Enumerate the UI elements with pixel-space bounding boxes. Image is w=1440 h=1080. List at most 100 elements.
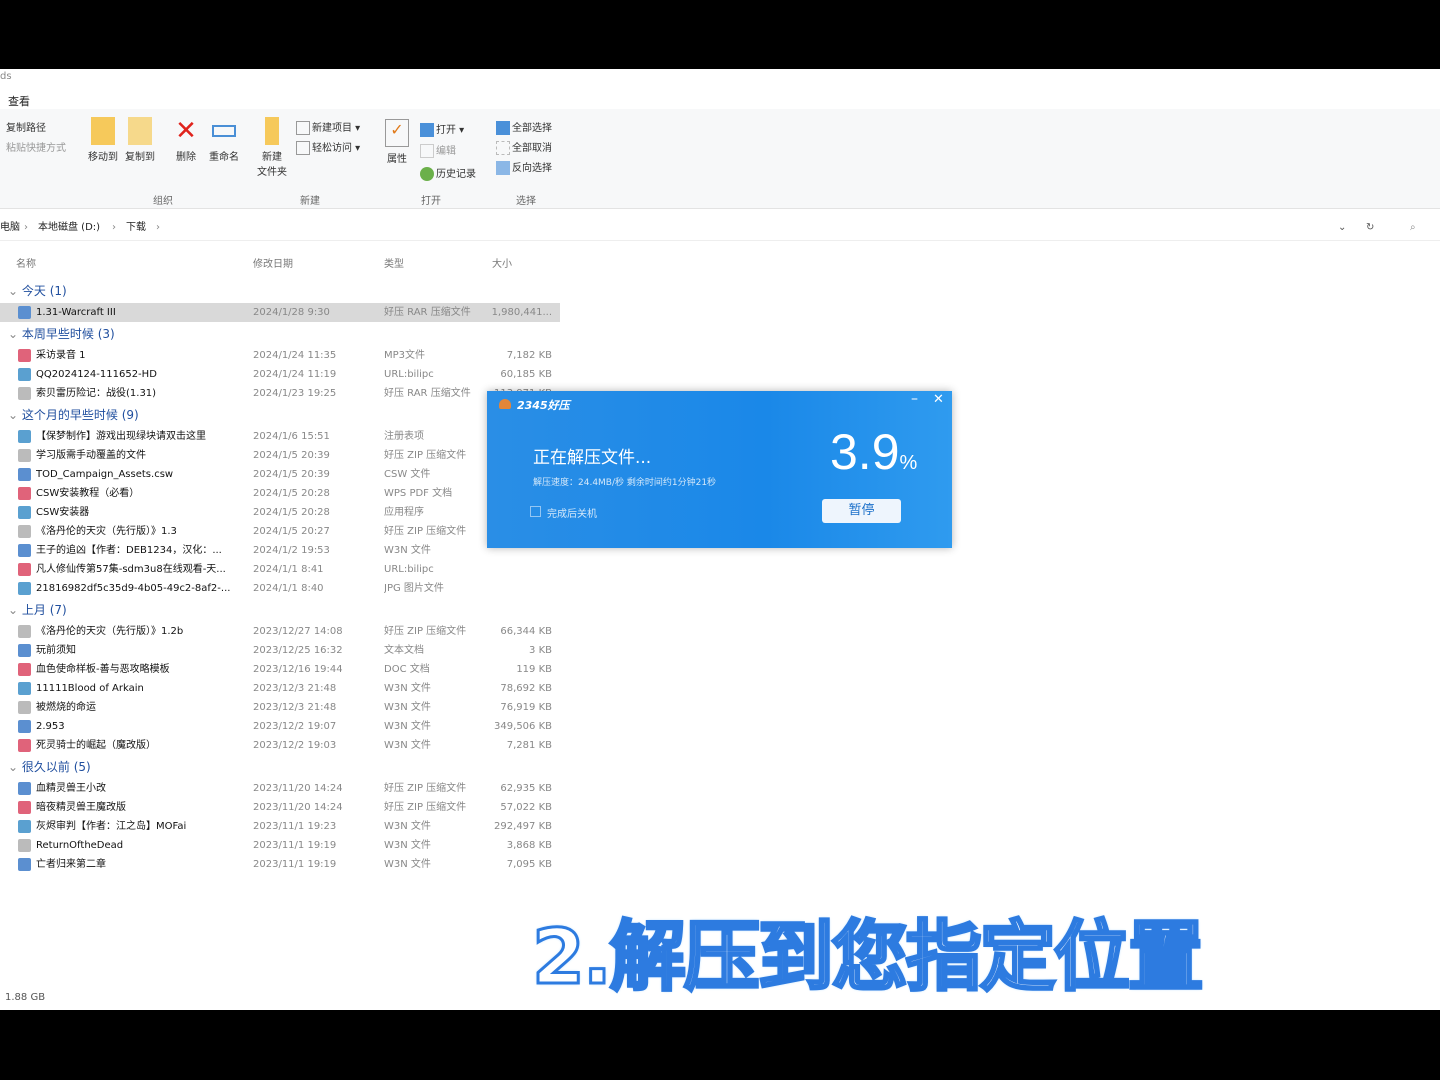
edit-button[interactable]: 编辑 [420, 142, 456, 158]
file-icon [18, 468, 31, 481]
copy-path-button[interactable]: 复制路径 [6, 119, 46, 134]
cell-type: W3N 文件 [384, 859, 431, 870]
cell-type: DOC 文档 [384, 664, 430, 675]
file-row[interactable]: 《洛丹伦的天灾（先行版）》1.3 2024/1/5 20:27 好压 ZIP 压缩文… [0, 522, 560, 541]
search-icon[interactable]: ⌕ [1410, 215, 1416, 241]
file-row[interactable]: 暗夜精灵兽王魔改版 2023/11/20 14:24 好压 ZIP 压缩文件 57,0… [0, 798, 560, 817]
copy-path-label: 复制路径 [6, 123, 46, 134]
file-row[interactable]: CSW安装教程（必看） 2024/1/5 20:28 WPS PDF 文档 [0, 484, 560, 503]
file-row[interactable]: 采访录音 1 2024/1/24 11:35 MP3文件 7,182 KB [0, 346, 560, 365]
group-label: 上月 (7) [21, 603, 67, 617]
file-row[interactable]: 凡人修仙传第57集-sdm3u8在线观看-天... 2024/1/1 8:41 UR… [0, 560, 560, 579]
cell-name: 采访录音 1 [36, 350, 86, 361]
properties-button[interactable]: ✓ 属性 [384, 119, 410, 165]
file-row[interactable]: 21816982df5c35d9-4b05-49c2-8af2-... 2024/… [0, 579, 560, 598]
new-folder-label-2: 文件夹 [257, 167, 287, 178]
copy-to-label: 复制到 [125, 152, 155, 163]
pause-button[interactable]: 暂停 [822, 499, 901, 523]
file-icon [18, 368, 31, 381]
file-row[interactable]: 灰烬审判【作者：江之岛】MOFai 2023/11/1 19:23 W3N 文件 29… [0, 817, 560, 836]
rename-button[interactable]: 重命名 [206, 117, 242, 163]
group-header[interactable]: ⌄ 很久以前 (5) [0, 755, 560, 779]
file-row[interactable]: 11111Blood of Arkain 2023/12/3 21:48 W3N 文… [0, 679, 560, 698]
copy-to-button[interactable]: 复制到 [123, 117, 157, 163]
column-type[interactable]: 类型 [384, 255, 404, 270]
delete-label: 删除 [176, 152, 196, 163]
file-list: ⌄ 今天 (1) 1.31-Warcraft III 2024/1/28 9:30 好… [0, 279, 560, 874]
new-folder-button[interactable]: 新建 文件夹 [255, 117, 289, 178]
cell-type: 文本文档 [384, 645, 424, 656]
file-row[interactable]: QQ2024124-111652-HD 2024/1/24 11:19 URL:bi… [0, 365, 560, 384]
new-item-button[interactable]: 新建项目 ▾ [296, 119, 360, 135]
edit-label: 编辑 [436, 146, 456, 157]
select-all-button[interactable]: 全部选择 [496, 119, 552, 135]
invert-selection-button[interactable]: 反向选择 [496, 159, 552, 175]
group-label: 这个月的早些时候 (9) [21, 408, 139, 422]
file-icon [18, 663, 31, 676]
file-row[interactable]: 亡者归来第二章 2023/11/1 19:19 W3N 文件 7,095 KB [0, 855, 560, 874]
group-header[interactable]: ⌄ 这个月的早些时候 (9) [0, 403, 560, 427]
file-row[interactable]: 索贝雷历险记：战役(1.31) 2024/1/23 19:25 好压 RAR 压缩文… [0, 384, 560, 403]
file-row[interactable]: 死灵骑士的崛起（魔改版） 2023/12/2 19:03 W3N 文件 7,281 K… [0, 736, 560, 755]
cell-date: 2023/12/25 16:32 [253, 645, 343, 656]
breadcrumb-pc[interactable]: 电脑 [0, 215, 20, 241]
group-header[interactable]: ⌄ 本周早些时候 (3) [0, 322, 560, 346]
file-row[interactable]: TOD_Campaign_Assets.csw 2024/1/5 20:39 CSW… [0, 465, 560, 484]
column-name[interactable]: 名称 [16, 255, 36, 270]
breadcrumb-drive[interactable]: 本地磁盘 (D:) [38, 215, 100, 241]
file-row[interactable]: 学习版需手动覆盖的文件 2024/1/5 20:39 好压 ZIP 压缩文件 [0, 446, 560, 465]
file-icon [18, 387, 31, 400]
cell-name: CSW安装器 [36, 507, 90, 518]
open-button[interactable]: 打开 ▾ [420, 121, 464, 137]
cell-name: 被燃烧的命运 [36, 702, 96, 713]
cell-name: 王子的追凶【作者：DEB1234，汉化：... [36, 545, 222, 556]
file-icon [18, 506, 31, 519]
paste-shortcut-button[interactable]: 粘贴快捷方式 [6, 139, 66, 154]
chevron-down-icon[interactable]: ⌄ [1338, 215, 1346, 241]
column-date[interactable]: 修改日期 [253, 255, 293, 270]
breadcrumb-downloads[interactable]: 下载 [126, 215, 146, 241]
cell-name: 《洛丹伦的天灾（先行版）》1.2b [36, 626, 184, 637]
file-icon [18, 644, 31, 657]
minimize-button[interactable]: – [911, 391, 918, 407]
move-to-button[interactable]: 移动到 [86, 117, 120, 163]
menu-view[interactable]: 查看 [8, 93, 30, 109]
select-all-icon [496, 121, 510, 135]
cell-type: JPG 图片文件 [384, 583, 444, 594]
group-header[interactable]: ⌄ 今天 (1) [0, 279, 560, 303]
cell-type: 好压 ZIP 压缩文件 [384, 626, 467, 637]
status-size: 1.88 GB [5, 992, 46, 1003]
cell-date: 2023/12/16 19:44 [253, 664, 343, 675]
cell-date: 2024/1/6 15:51 [253, 431, 330, 442]
group-label-organize: 组织 [153, 196, 173, 207]
cell-name: TOD_Campaign_Assets.csw [36, 469, 174, 480]
select-none-button[interactable]: 全部取消 [496, 139, 552, 155]
close-button[interactable]: ✕ [933, 392, 944, 407]
file-row[interactable]: 被燃烧的命运 2023/12/3 21:48 W3N 文件 76,919 KB [0, 698, 560, 717]
history-button[interactable]: 历史记录 [420, 165, 476, 181]
file-row[interactable]: 2.953 2023/12/2 19:07 W3N 文件 349,506 KB [0, 717, 560, 736]
open-label: 打开 ▾ [436, 125, 465, 136]
file-row[interactable]: 王子的追凶【作者：DEB1234，汉化：... 2024/1/2 19:53 W3N… [0, 541, 560, 560]
file-row[interactable]: 【保梦制作】游戏出现绿块请双击这里2024/1/6 15:51注册表项1 KB [0, 427, 560, 446]
file-row[interactable]: CSW安装器 2024/1/5 20:28 应用程序 [0, 503, 560, 522]
address-bar[interactable]: 电脑 › 本地磁盘 (D:) › 下载 › ⌄ ↻ ⌕ [0, 215, 1440, 241]
file-row[interactable]: 血精灵兽王小改 2023/11/20 14:24 好压 ZIP 压缩文件 62,935… [0, 779, 560, 798]
file-row[interactable]: 玩前须知 2023/12/25 16:32 文本文档 3 KB [0, 641, 560, 660]
column-size[interactable]: 大小 [492, 255, 512, 270]
status-text: 正在解压文件... [533, 448, 652, 468]
cell-type: W3N 文件 [384, 821, 431, 832]
delete-button[interactable]: ✕ 删除 [172, 117, 200, 163]
haozip-logo-icon [499, 399, 511, 409]
easy-access-button[interactable]: 轻松访问 ▾ [296, 139, 360, 155]
cell-size: 349,506 KB [494, 721, 552, 732]
shutdown-checkbox[interactable] [530, 506, 541, 517]
refresh-icon[interactable]: ↻ [1366, 215, 1374, 241]
select-none-icon [496, 141, 510, 155]
file-row[interactable]: ReturnOftheDead 2023/11/1 19:19 W3N 文件 3,86… [0, 836, 560, 855]
group-header[interactable]: ⌄ 上月 (7) [0, 598, 560, 622]
file-row[interactable]: 1.31-Warcraft III 2024/1/28 9:30 好压 RAR 压缩… [0, 303, 560, 322]
file-row[interactable]: 《洛丹伦的天灾（先行版）》1.2b 2023/12/27 14:08 好压 ZIP … [0, 622, 560, 641]
easy-access-label: 轻松访问 ▾ [312, 143, 361, 154]
file-row[interactable]: 血色使命样板-善与恶攻略模板 2023/12/16 19:44 DOC 文档 119 … [0, 660, 560, 679]
